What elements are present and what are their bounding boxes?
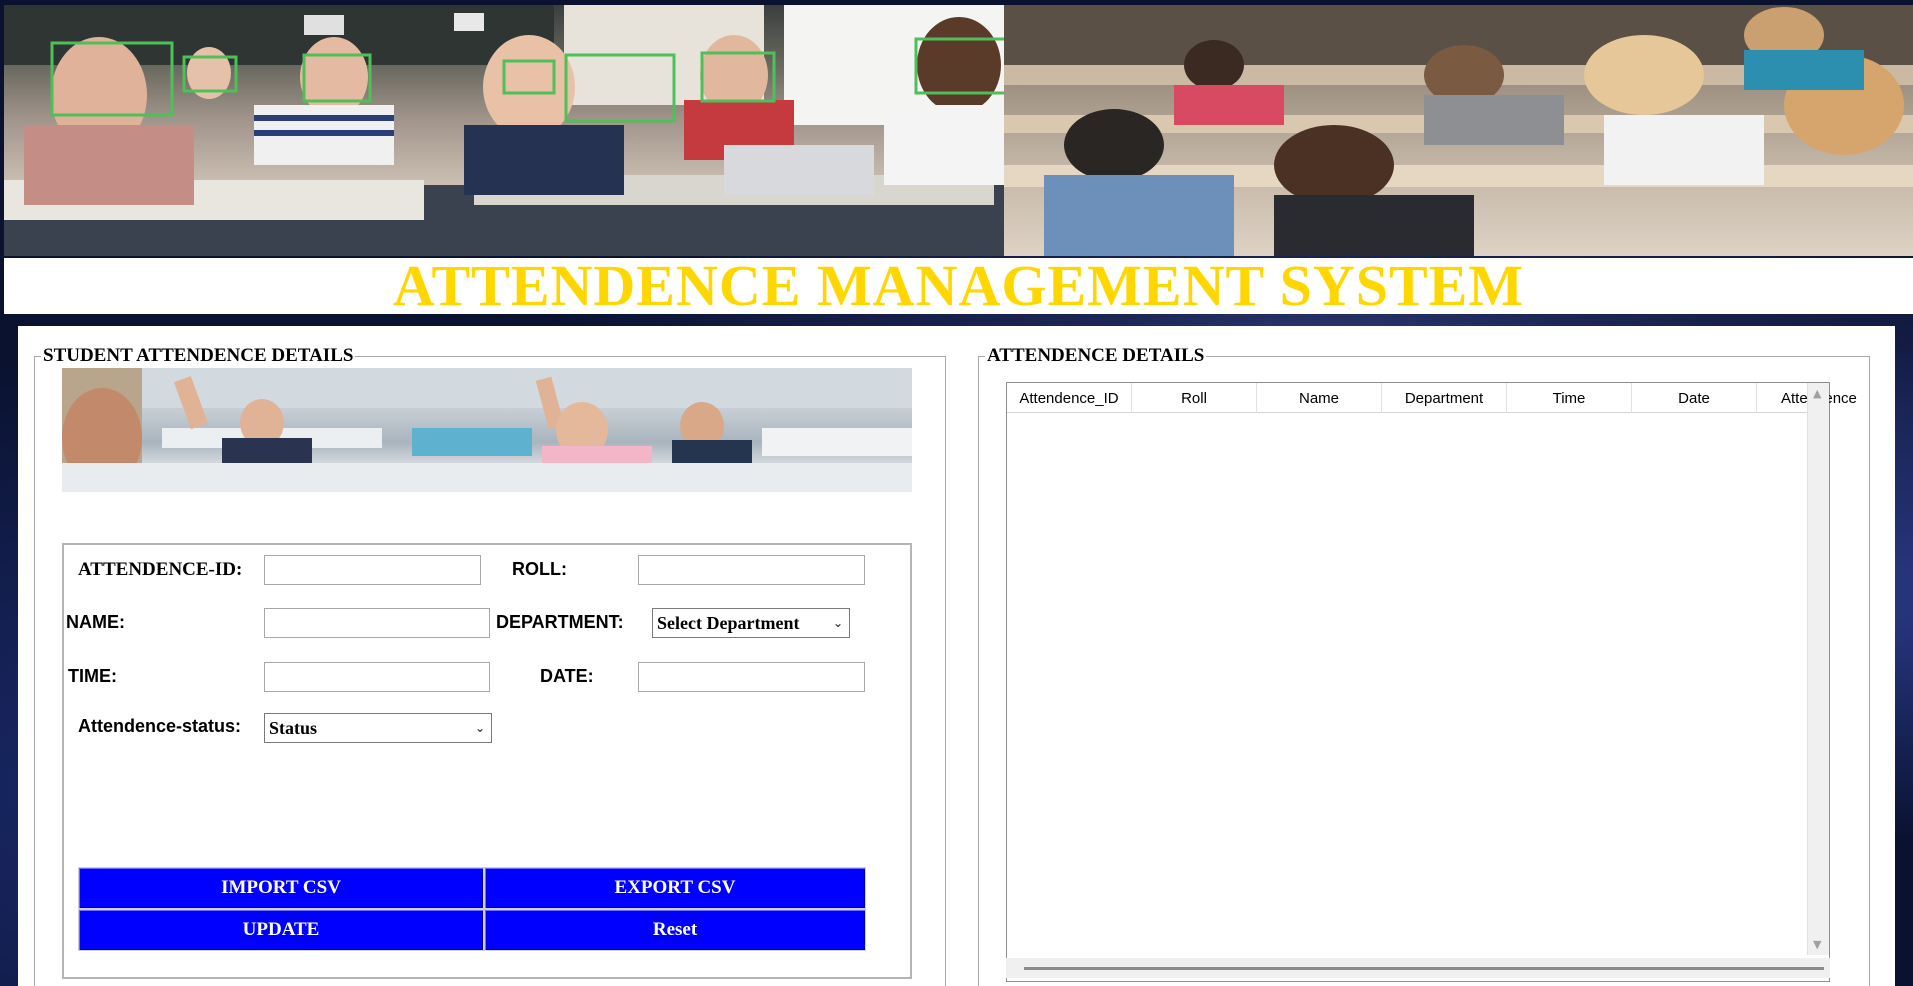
student-attendance-details-title: STUDENT ATTENDENCE DETAILS xyxy=(41,345,356,367)
column-header-time[interactable]: Time xyxy=(1507,383,1632,413)
classroom-face-detection-image xyxy=(4,5,1004,256)
page-title: ATTENDENCE MANAGEMENT SYSTEM xyxy=(392,253,1525,318)
date-input[interactable] xyxy=(638,662,865,692)
time-label: TIME: xyxy=(68,666,117,686)
classroom-illustration xyxy=(4,5,1004,256)
import-csv-button[interactable]: IMPORT CSV xyxy=(78,867,484,909)
attendance-status-select-value: Status xyxy=(269,717,318,738)
attendance-details-title: ATTENDENCE DETAILS xyxy=(985,345,1207,367)
scroll-down-arrow-icon[interactable]: ▼ xyxy=(1813,938,1821,951)
title-bar: ATTENDENCE MANAGEMENT SYSTEM xyxy=(4,253,1913,318)
attendance-form: ATTENDENCE-ID: ROLL: NAME: DEPARTMENT: S… xyxy=(62,543,912,979)
column-header-roll[interactable]: Roll xyxy=(1132,383,1257,413)
update-button[interactable]: UPDATE xyxy=(78,909,484,951)
department-label: DEPARTMENT: xyxy=(496,612,624,632)
attendance-id-input[interactable] xyxy=(264,555,481,585)
table-header: Attendence_ID Roll Name Department Time … xyxy=(1007,383,1857,413)
column-header-date[interactable]: Date xyxy=(1632,383,1757,413)
export-csv-button[interactable]: EXPORT CSV xyxy=(484,867,866,909)
date-label: DATE: xyxy=(540,666,594,686)
attendance-id-label: ATTENDENCE-ID: xyxy=(78,559,243,580)
name-label: NAME: xyxy=(66,612,125,632)
table-vertical-scrollbar[interactable]: ▲ ▼ xyxy=(1807,383,1829,955)
roll-label: ROLL: xyxy=(512,559,567,579)
table-horizontal-scrollbar[interactable] xyxy=(1006,958,1830,978)
chevron-down-icon: ⌄ xyxy=(832,616,843,630)
roll-input[interactable] xyxy=(638,555,865,585)
column-header-department[interactable]: Department xyxy=(1382,383,1507,413)
time-input[interactable] xyxy=(264,662,490,692)
scroll-up-arrow-icon[interactable]: ▲ xyxy=(1813,387,1821,400)
column-header-name[interactable]: Name xyxy=(1257,383,1382,413)
name-input[interactable] xyxy=(264,608,490,638)
attendance-status-select[interactable]: Status ⌄ xyxy=(264,713,492,743)
reset-button[interactable]: Reset xyxy=(484,909,866,951)
department-select[interactable]: Select Department ⌄ xyxy=(652,608,850,638)
horizontal-scroll-thumb[interactable] xyxy=(1024,967,1824,970)
department-select-value: Select Department xyxy=(657,612,800,633)
lecture-hall-students-image xyxy=(1004,5,1913,256)
students-illustration xyxy=(62,368,912,492)
students-raising-hands-image xyxy=(62,368,912,492)
column-header-attendance-id[interactable]: Attendence_ID xyxy=(1007,383,1132,413)
main-frame: STUDENT ATTENDENCE DETAILS ATTENDENCE-ID… xyxy=(18,326,1895,986)
attendance-status-label: Attendence-status: xyxy=(78,716,242,736)
header-banner xyxy=(0,0,1913,258)
chevron-down-icon: ⌄ xyxy=(474,721,485,735)
lecture-hall-illustration xyxy=(1004,5,1913,256)
attendance-table[interactable]: Attendence_ID Roll Name Department Time … xyxy=(1006,382,1857,982)
action-buttons: IMPORT CSV EXPORT CSV UPDATE Reset xyxy=(78,867,866,951)
